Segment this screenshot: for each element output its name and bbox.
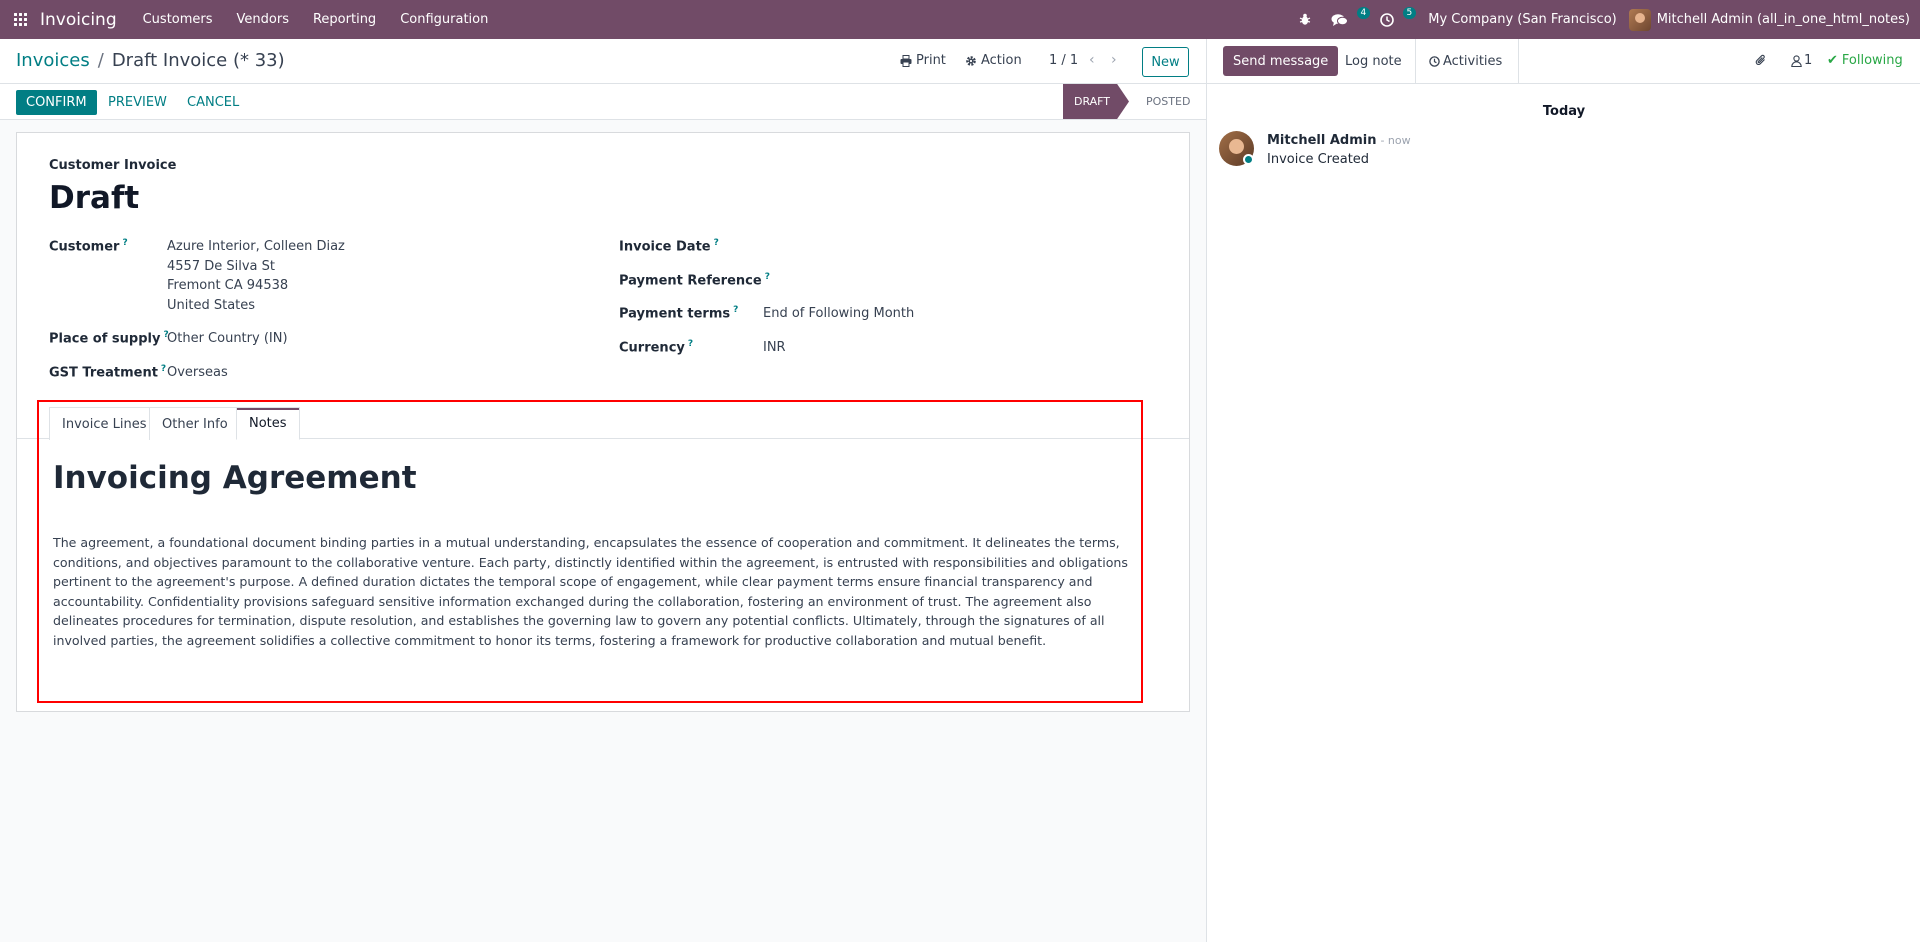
notes-body[interactable]: The agreement, a foundational document b… bbox=[53, 533, 1135, 651]
new-button[interactable]: New bbox=[1142, 47, 1189, 77]
control-panel: Invoices / Draft Invoice (* 33) Print Ac… bbox=[0, 39, 1206, 84]
breadcrumb-invoices-link[interactable]: Invoices bbox=[16, 50, 90, 71]
gst-treatment-label: GST Treatment? bbox=[49, 364, 167, 381]
tab-invoice-lines[interactable]: Invoice Lines bbox=[49, 407, 160, 440]
notebook-tabs: Invoice Lines Other Info Notes bbox=[17, 405, 1189, 440]
followers-button[interactable]: 1 bbox=[1791, 53, 1812, 68]
company-switcher[interactable]: My Company (San Francisco) bbox=[1416, 12, 1628, 27]
customer-name: Azure Interior, Colleen Diaz bbox=[167, 239, 345, 254]
action-button[interactable]: Action bbox=[965, 53, 1022, 68]
help-icon[interactable]: ? bbox=[161, 364, 166, 374]
customer-country: United States bbox=[167, 297, 256, 313]
apps-menu-icon[interactable] bbox=[2, 0, 38, 39]
menu-configuration[interactable]: Configuration bbox=[388, 0, 500, 39]
messages-badge: 4 bbox=[1356, 7, 1371, 19]
currency-field[interactable]: INR bbox=[763, 338, 786, 358]
menu-customers[interactable]: Customers bbox=[131, 0, 225, 39]
help-icon[interactable]: ? bbox=[122, 238, 127, 248]
activities-clock-icon[interactable]: 5 bbox=[1370, 0, 1417, 39]
breadcrumb-current: Draft Invoice (* 33) bbox=[111, 50, 285, 71]
message-body: Invoice Created bbox=[1267, 152, 1370, 167]
divider bbox=[1518, 39, 1519, 84]
chatter-panel: Send message Log note Activities 1 ✔ Fol… bbox=[1206, 39, 1920, 942]
app-name[interactable]: Invoicing bbox=[40, 10, 117, 30]
menu-reporting[interactable]: Reporting bbox=[301, 0, 388, 39]
pager-value[interactable]: 1 / 1 bbox=[1049, 53, 1078, 68]
cancel-button[interactable]: Cancel bbox=[187, 90, 239, 115]
status-posted[interactable]: Posted bbox=[1146, 84, 1190, 119]
invoice-date-label: Invoice Date? bbox=[619, 238, 719, 255]
following-button[interactable]: ✔ Following bbox=[1827, 53, 1903, 68]
payment-terms-label: Payment terms? bbox=[619, 305, 739, 322]
user-menu[interactable]: Mitchell Admin (all_in_one_html_notes) bbox=[1628, 8, 1920, 31]
breadcrumb-separator: / bbox=[97, 50, 104, 71]
tab-other-info[interactable]: Other Info bbox=[149, 407, 241, 440]
currency-label: Currency? bbox=[619, 339, 694, 356]
print-button[interactable]: Print bbox=[900, 53, 946, 68]
place-of-supply-label: Place of supply? bbox=[49, 330, 169, 347]
help-icon[interactable]: ? bbox=[733, 305, 738, 315]
customer-street: 4557 De Silva St bbox=[167, 258, 275, 274]
chatter-topbar: Send message Log note Activities 1 ✔ Fol… bbox=[1207, 39, 1920, 84]
user-name: Mitchell Admin (all_in_one_html_notes) bbox=[1656, 12, 1910, 27]
log-note-button[interactable]: Log note bbox=[1339, 46, 1408, 76]
payment-reference-label: Payment Reference? bbox=[619, 272, 770, 289]
notes-heading[interactable]: Invoicing Agreement bbox=[53, 460, 417, 496]
check-icon: ✔ bbox=[1827, 53, 1838, 68]
activities-label: Activities bbox=[1443, 53, 1503, 69]
top-navbar: Invoicing Customers Vendors Reporting Co… bbox=[0, 0, 1920, 39]
payment-terms-field[interactable]: End of Following Month bbox=[763, 304, 914, 324]
user-avatar bbox=[1628, 8, 1651, 31]
activities-badge: 5 bbox=[1402, 7, 1417, 19]
status-bar: Confirm Preview Cancel Draft Posted bbox=[0, 84, 1206, 120]
gst-treatment-field[interactable]: Overseas bbox=[167, 363, 228, 383]
activities-button[interactable]: Activities bbox=[1423, 46, 1508, 76]
confirm-button[interactable]: Confirm bbox=[16, 90, 97, 115]
status-draft[interactable]: Draft bbox=[1063, 84, 1129, 119]
customer-field[interactable]: Azure Interior, Colleen Diaz 4557 De Sil… bbox=[167, 237, 345, 315]
preview-button[interactable]: Preview bbox=[108, 90, 167, 115]
customer-city: Fremont CA 94538 bbox=[167, 278, 289, 293]
print-icon bbox=[900, 54, 912, 67]
clock-icon bbox=[1429, 55, 1440, 67]
breadcrumb: Invoices / Draft Invoice (* 33) bbox=[16, 50, 285, 71]
help-icon[interactable]: ? bbox=[714, 238, 719, 248]
invoice-date-field[interactable] bbox=[763, 236, 1163, 256]
pager-next-icon[interactable]: › bbox=[1111, 52, 1117, 68]
invoice-form-sheet: Customer Invoice Draft Customer? Azure I… bbox=[16, 132, 1190, 712]
help-icon[interactable]: ? bbox=[688, 339, 693, 349]
send-message-button[interactable]: Send message bbox=[1223, 46, 1339, 76]
attachment-paperclip-icon[interactable] bbox=[1755, 53, 1767, 67]
message-author[interactable]: Mitchell Admin - now bbox=[1267, 133, 1411, 148]
online-status-dot bbox=[1243, 154, 1254, 165]
place-of-supply-field[interactable]: Other Country (IN) bbox=[167, 329, 288, 349]
print-label: Print bbox=[916, 53, 946, 68]
gear-icon bbox=[966, 55, 976, 66]
user-icon bbox=[1791, 54, 1802, 67]
message-time: - now bbox=[1380, 134, 1411, 147]
menu-vendors[interactable]: Vendors bbox=[225, 0, 301, 39]
followers-count: 1 bbox=[1804, 53, 1813, 68]
date-separator: Today bbox=[1542, 104, 1586, 119]
pager-prev-icon[interactable]: ‹ bbox=[1089, 52, 1095, 68]
form-title: Draft bbox=[49, 180, 140, 216]
messages-icon[interactable]: 4 bbox=[1321, 0, 1371, 39]
following-label: Following bbox=[1841, 53, 1903, 68]
payment-reference-field[interactable] bbox=[763, 270, 1163, 290]
tab-notes[interactable]: Notes bbox=[236, 407, 300, 440]
action-label: Action bbox=[981, 53, 1022, 68]
debug-bug-icon[interactable] bbox=[1289, 0, 1321, 39]
divider bbox=[1415, 39, 1416, 84]
customer-label: Customer? bbox=[49, 238, 128, 255]
form-subtitle: Customer Invoice bbox=[49, 158, 177, 173]
